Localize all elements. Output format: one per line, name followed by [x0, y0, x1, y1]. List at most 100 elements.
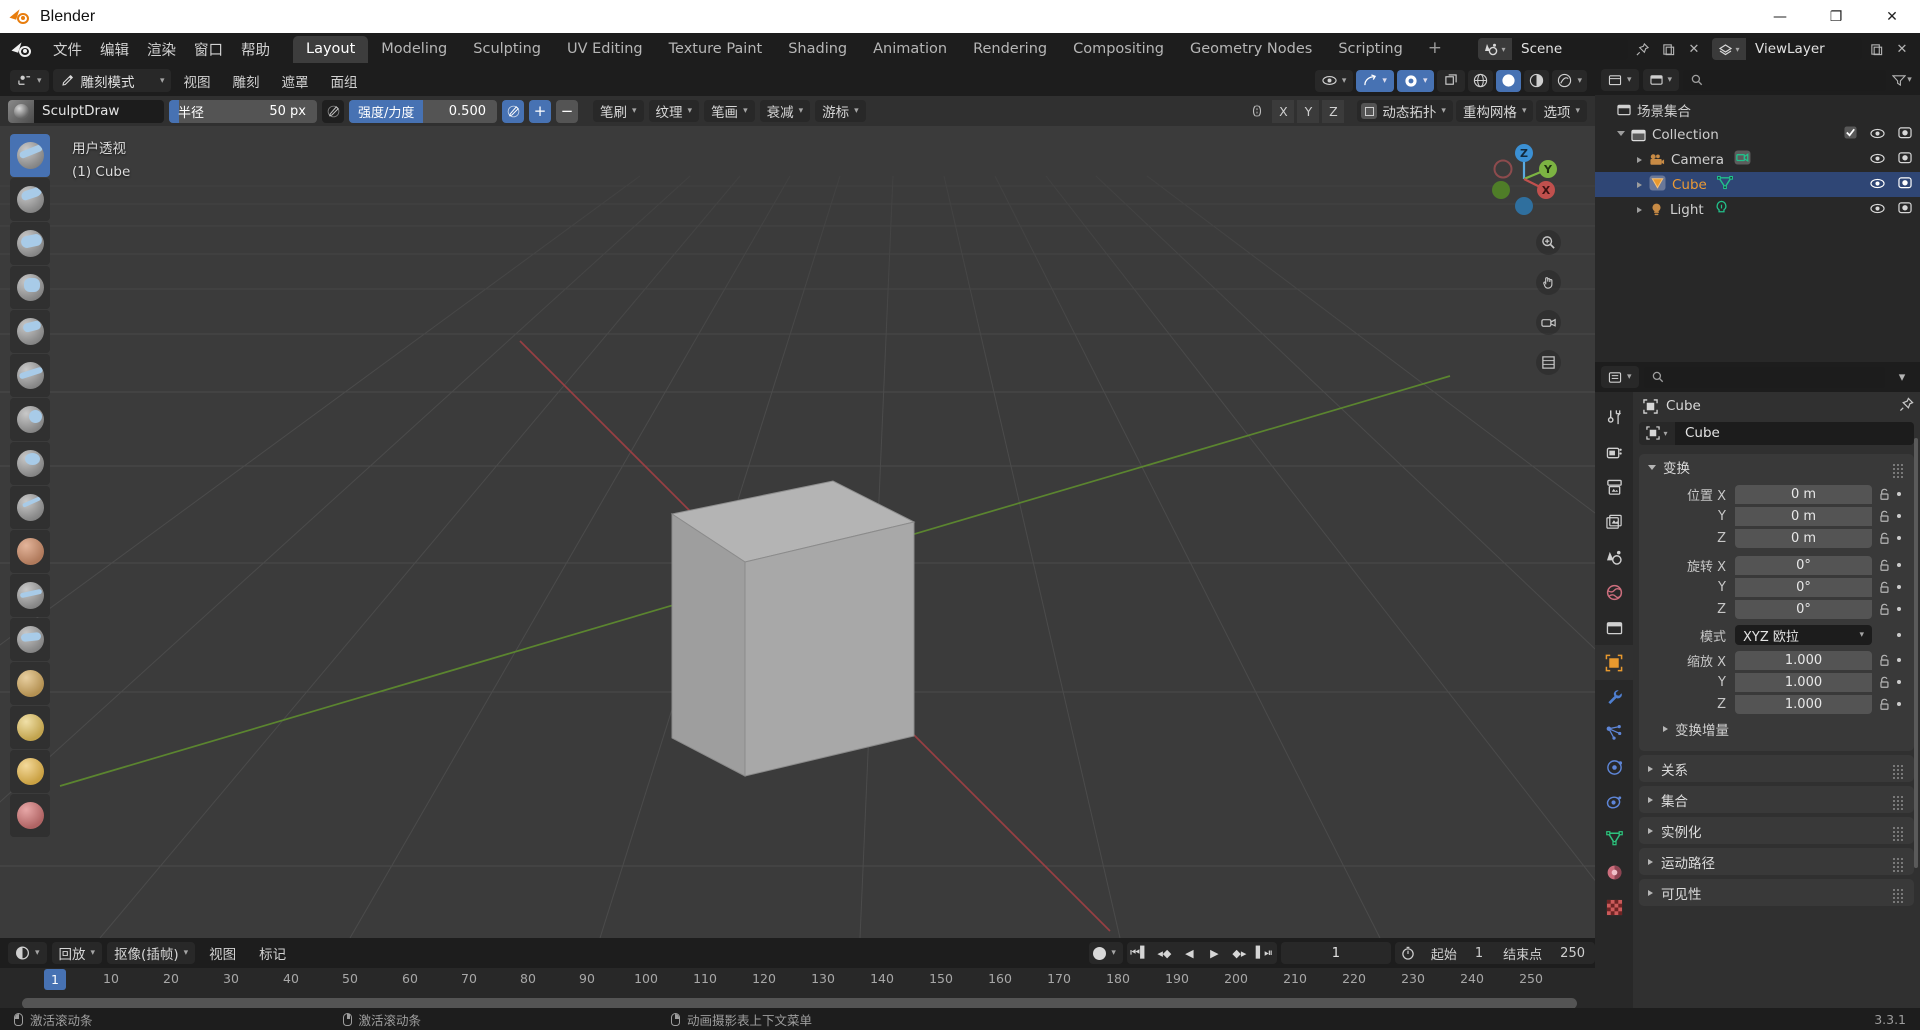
3d-viewport[interactable]: 用户透视 (1) Cube Z Y X	[0, 126, 1595, 938]
object-name-field[interactable]: Cube	[1675, 421, 1914, 445]
outliner-filter-icon[interactable]: ▾	[1890, 69, 1914, 91]
camera-view-icon[interactable]	[1536, 310, 1561, 335]
properties-search-input[interactable]	[1643, 366, 1885, 388]
menu-render[interactable]: 渲染	[138, 36, 185, 63]
properties-options-chevron-icon[interactable]: ▾	[1890, 366, 1914, 388]
dyntopo-toggle[interactable]: 动态拓扑 ▾	[1357, 100, 1453, 122]
brush-selector[interactable]: SculptDraw	[8, 99, 164, 123]
delete-scene-icon[interactable]: ✕	[1682, 38, 1706, 60]
expand-triangle-icon[interactable]	[1637, 206, 1642, 213]
eye-icon[interactable]	[1870, 202, 1885, 218]
timeline-ruler[interactable]: 1 10 20 30 40 50 60 70 80 90 100 110 120…	[0, 968, 1595, 994]
lock-scale-y-icon[interactable]	[1877, 676, 1892, 689]
brush-direction-add-button[interactable]: +	[529, 99, 551, 123]
tab-particles[interactable]	[1595, 715, 1633, 750]
relations-panel[interactable]: 关系	[1639, 755, 1914, 782]
animate-rotation-mode-icon[interactable]	[1892, 633, 1906, 637]
animate-location-x-icon[interactable]	[1892, 492, 1906, 496]
tab-modifiers[interactable]	[1595, 680, 1633, 715]
current-frame-field[interactable]: 1	[1280, 942, 1391, 964]
menu-help[interactable]: 帮助	[232, 36, 279, 63]
expand-arrow-icon[interactable]	[1648, 858, 1653, 865]
outliner-editor-type-button[interactable]: ▾	[1601, 69, 1639, 91]
animate-scale-z-icon[interactable]	[1892, 702, 1906, 706]
location-y-field[interactable]: 0 m	[1735, 506, 1872, 526]
pin-id-icon[interactable]	[1899, 396, 1914, 416]
animate-location-y-icon[interactable]	[1892, 514, 1906, 518]
tab-scripting[interactable]: Scripting	[1325, 36, 1415, 63]
lock-location-y-icon[interactable]	[1877, 510, 1892, 523]
tab-material[interactable]	[1595, 855, 1633, 890]
shading-wireframe-button[interactable]	[1468, 69, 1494, 92]
texture-popover[interactable]: 纹理 ▾	[648, 100, 700, 122]
radius-slider[interactable]: 半径 50 px	[169, 99, 317, 123]
strength-slider[interactable]: 强度/力度 0.500	[349, 99, 497, 123]
options-popover[interactable]: 选项 ▾	[1536, 100, 1587, 122]
tab-texture[interactable]	[1595, 890, 1633, 925]
pan-view-icon[interactable]	[1536, 270, 1561, 295]
navigation-gizmo[interactable]: Z Y X	[1485, 140, 1563, 218]
expand-triangle-icon[interactable]	[1637, 181, 1642, 188]
tab-shading[interactable]: Shading	[775, 36, 860, 63]
tool-flatten[interactable]	[10, 574, 50, 617]
new-scene-icon[interactable]	[1656, 38, 1680, 60]
delete-viewlayer-icon[interactable]: ✕	[1890, 38, 1914, 60]
location-x-field[interactable]: 0 m	[1735, 484, 1872, 504]
collections-panel[interactable]: 集合	[1639, 786, 1914, 813]
maximize-button[interactable]: ❐	[1808, 0, 1864, 33]
lock-scale-z-icon[interactable]	[1877, 698, 1892, 711]
playback-menu[interactable]: 回放 ▾	[51, 942, 103, 964]
outliner-display-mode-button[interactable]: ▾	[1642, 69, 1680, 91]
brush-direction-subtract-button[interactable]: −	[556, 99, 578, 123]
proportional-edit-button[interactable]: ▾	[1396, 69, 1435, 92]
outliner-row-camera[interactable]: Camera	[1595, 147, 1920, 172]
lock-location-x-icon[interactable]	[1877, 488, 1892, 501]
falloff-popover[interactable]: 衰减 ▾	[759, 100, 811, 122]
cursor-popover[interactable]: 游标 ▾	[815, 100, 866, 122]
play-button[interactable]: ▶	[1202, 942, 1227, 964]
viewlayer-selector[interactable]: ▾ ViewLayer	[1712, 38, 1862, 60]
stroke-popover[interactable]: 笔画 ▾	[704, 100, 755, 122]
outliner-search-input[interactable]	[1683, 69, 1886, 91]
symmetry-axis-y[interactable]: Y	[1297, 99, 1320, 123]
camera-render-icon[interactable]	[1898, 151, 1912, 168]
rotation-x-field[interactable]: 0°	[1735, 555, 1872, 575]
tool-grab[interactable]	[10, 794, 50, 837]
expand-triangle-icon[interactable]	[1617, 130, 1625, 139]
keying-menu[interactable]: 抠像(插帧) ▾	[107, 942, 196, 964]
tool-clay[interactable]	[10, 222, 50, 265]
transform-panel-header[interactable]: 变换	[1639, 454, 1914, 480]
outliner-row-collection[interactable]: Collection	[1595, 122, 1920, 147]
outliner-row-light[interactable]: Light	[1595, 197, 1920, 222]
animate-scale-x-icon[interactable]	[1892, 658, 1906, 662]
scale-z-field[interactable]: 1.000	[1735, 694, 1872, 714]
tab-modeling[interactable]: Modeling	[368, 36, 460, 63]
end-frame-field[interactable]: 结束点 250	[1493, 944, 1595, 963]
properties-editor-type-button[interactable]: ▾	[1601, 366, 1639, 388]
brush-popover[interactable]: 笔刷 ▾	[593, 100, 644, 122]
add-workspace-button[interactable]: +	[1416, 36, 1454, 63]
lock-rotation-x-icon[interactable]	[1877, 559, 1892, 572]
tool-clay-strips[interactable]	[10, 266, 50, 309]
play-reverse-button[interactable]: ◀	[1177, 942, 1202, 964]
tool-scrape[interactable]	[10, 662, 50, 705]
brush-name[interactable]: SculptDraw	[34, 103, 164, 119]
expand-arrow-icon[interactable]	[1663, 726, 1668, 732]
tab-world[interactable]	[1595, 575, 1633, 610]
tab-tool[interactable]	[1595, 400, 1633, 435]
light-data-icon[interactable]	[1714, 200, 1729, 219]
new-viewlayer-icon[interactable]	[1864, 38, 1888, 60]
start-frame-field[interactable]: 起始 1	[1421, 944, 1493, 963]
tab-uv-editing[interactable]: UV Editing	[554, 36, 656, 63]
tab-object[interactable]	[1595, 645, 1633, 680]
tool-clay-thumb[interactable]	[10, 310, 50, 353]
mesh-data-icon[interactable]	[1716, 175, 1733, 194]
editor-type-button[interactable]: ▾	[10, 69, 49, 92]
properties-vertical-scrollbar[interactable]	[1914, 438, 1918, 868]
lock-scale-x-icon[interactable]	[1877, 654, 1892, 667]
motion-paths-panel[interactable]: 运动路径	[1639, 848, 1914, 875]
outliner-row-cube[interactable]: Cube	[1595, 172, 1920, 197]
tab-animation[interactable]: Animation	[860, 36, 960, 63]
remesh-popover[interactable]: 重构网格 ▾	[1455, 100, 1534, 122]
menu-window[interactable]: 窗口	[185, 36, 232, 63]
